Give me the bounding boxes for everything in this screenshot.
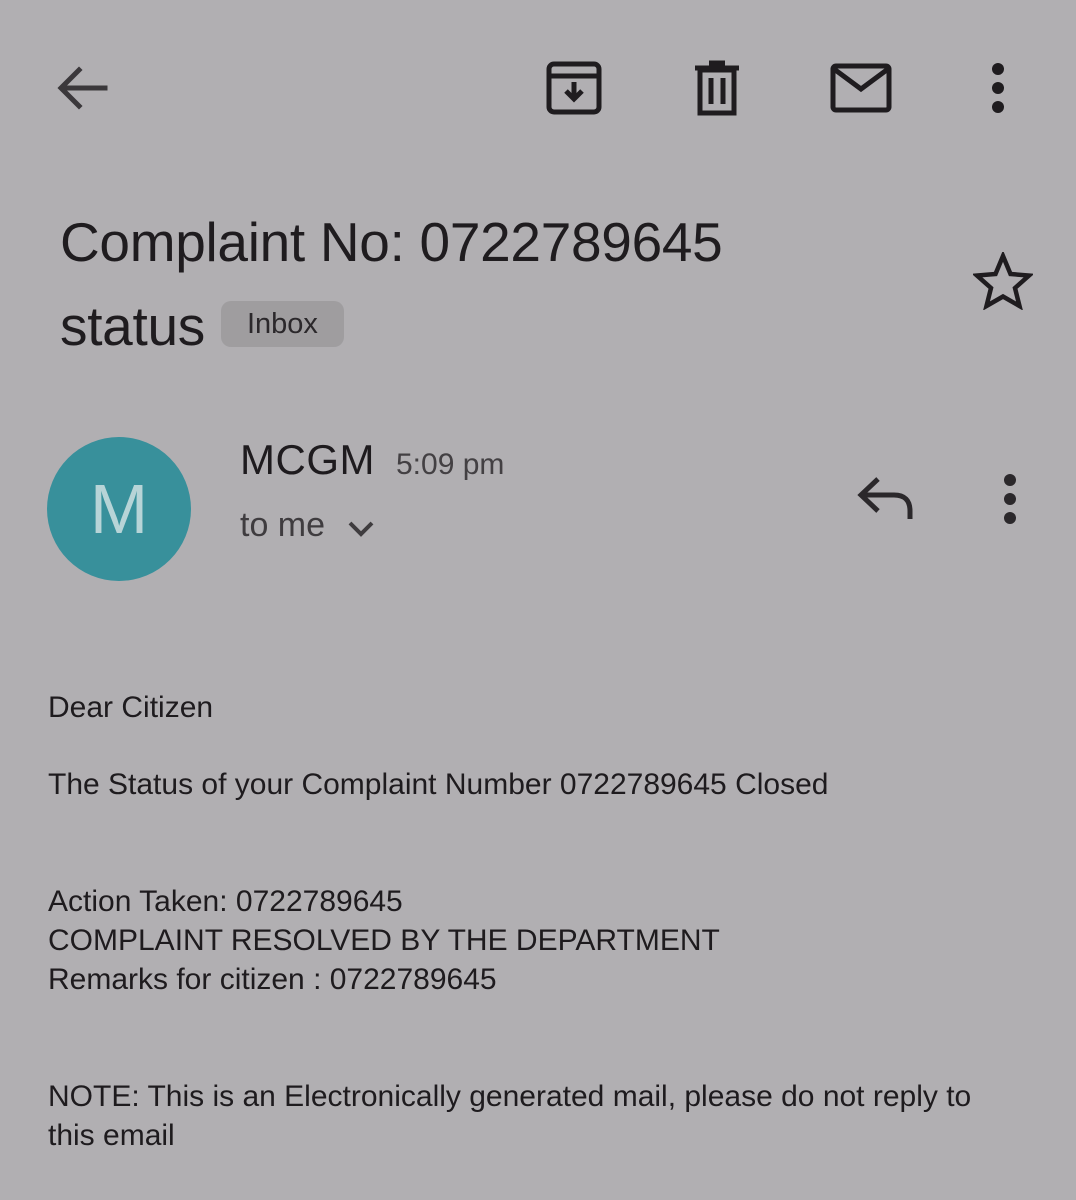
recipient-text: to me xyxy=(240,506,326,544)
body-action-taken: Action Taken: 0722789645 xyxy=(48,885,403,918)
trash-icon xyxy=(695,60,739,116)
body-remarks: Remarks for citizen : 0722789645 xyxy=(48,963,497,996)
more-vert-icon xyxy=(992,63,1004,113)
body-resolution: COMPLAINT RESOLVED BY THE DEPARTMENT xyxy=(48,924,720,957)
back-button[interactable] xyxy=(40,50,124,126)
delete-button[interactable] xyxy=(686,56,748,120)
mark-unread-button[interactable] xyxy=(824,56,898,120)
email-subject: Complaint No: 0722789645 status Inbox xyxy=(60,200,920,368)
star-button[interactable] xyxy=(968,248,1038,314)
subject-line-2: status Inbox xyxy=(60,284,920,368)
chevron-down-icon xyxy=(348,521,374,537)
star-outline-icon xyxy=(973,252,1033,310)
sender-name: MCGM xyxy=(240,436,375,483)
archive-icon xyxy=(546,61,602,115)
subject-status: status xyxy=(60,295,205,357)
more-options-button[interactable] xyxy=(976,56,1020,120)
avatar-letter: M xyxy=(89,470,149,548)
body-note: NOTE: This is an Electronically generate… xyxy=(48,1080,972,1152)
body-status-line: The Status of your Complaint Number 0722… xyxy=(48,768,829,801)
sender-avatar[interactable]: M xyxy=(47,437,191,581)
inbox-label[interactable]: Inbox xyxy=(220,301,344,348)
reply-icon xyxy=(857,477,913,519)
reply-button[interactable] xyxy=(850,468,920,528)
arrow-left-icon xyxy=(57,66,108,110)
recipient-details-toggle[interactable]: to me xyxy=(240,503,375,547)
email-time: 5:09 pm xyxy=(396,448,505,481)
message-more-button[interactable] xyxy=(988,470,1032,528)
more-vert-icon xyxy=(1004,474,1016,524)
body-greeting: Dear Citizen xyxy=(48,691,214,724)
subject-line-1: Complaint No: 0722789645 xyxy=(60,211,723,273)
archive-button[interactable] xyxy=(540,56,608,120)
mail-icon xyxy=(830,63,892,113)
